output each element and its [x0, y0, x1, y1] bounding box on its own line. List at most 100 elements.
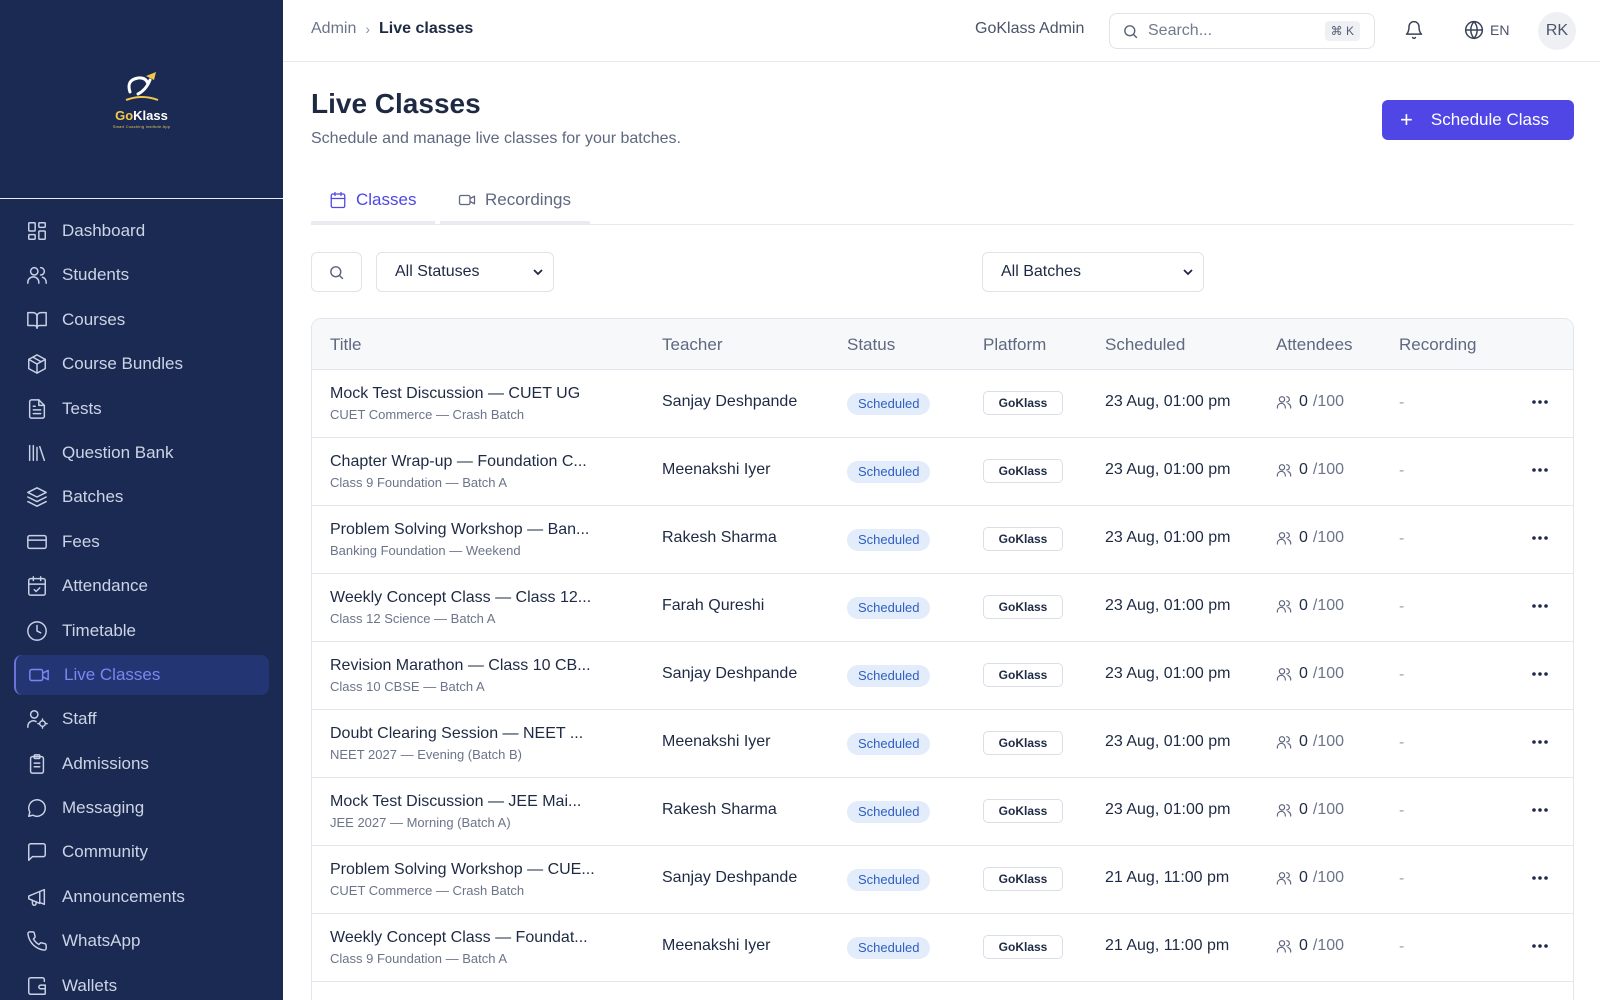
- attendees-value: 0: [1299, 529, 1308, 546]
- row-actions-button[interactable]: [1528, 934, 1552, 958]
- sidebar-item-course-bundles[interactable]: Course Bundles: [14, 344, 269, 384]
- status-badge: Scheduled: [847, 393, 931, 415]
- logo-wordmark: GoKlass: [115, 107, 168, 123]
- sidebar-item-wallets[interactable]: Wallets: [14, 966, 269, 1000]
- tab-recordings-label: Recordings: [485, 190, 571, 209]
- attendees-value: 0: [1299, 869, 1308, 886]
- recording-value: -: [1399, 666, 1405, 683]
- status-filter-value: All Statuses: [395, 263, 480, 280]
- sidebar-item-label: Courses: [62, 309, 126, 329]
- sidebar-item-timetable[interactable]: Timetable: [14, 611, 269, 651]
- scheduled-time: 23 Aug, 01:00 pm: [1105, 733, 1231, 750]
- scheduled-time: 21 Aug, 11:00 pm: [1105, 937, 1230, 954]
- attendees-count: 0/100: [1276, 529, 1344, 547]
- language-label: EN: [1490, 22, 1510, 38]
- sidebar-item-students[interactable]: Students: [14, 255, 269, 295]
- sidebar-item-tests[interactable]: Tests: [14, 389, 269, 429]
- sidebar-item-label: Question Bank: [62, 442, 174, 462]
- sidebar-item-label: WhatsApp: [62, 931, 141, 951]
- global-search-input[interactable]: Search... ⌘ K: [1109, 13, 1375, 49]
- row-actions-button[interactable]: [1528, 798, 1552, 822]
- logo-mark-icon: [125, 71, 158, 101]
- language-switcher[interactable]: EN: [1464, 20, 1509, 40]
- column-header-teacher[interactable]: Teacher: [662, 335, 722, 355]
- layers-icon: [26, 486, 48, 508]
- table-row[interactable]: Mock Test Discussion — CUET UG CUET Comme…: [312, 370, 1573, 438]
- sidebar-item-batches[interactable]: Batches: [14, 477, 269, 517]
- user-cog-icon: [26, 708, 48, 730]
- row-actions-button[interactable]: [1528, 390, 1552, 414]
- class-teacher: Farah Qureshi: [662, 597, 765, 614]
- row-actions-button[interactable]: [1528, 662, 1552, 686]
- tab-recordings[interactable]: Recordings: [458, 176, 571, 224]
- row-actions-button[interactable]: [1528, 594, 1552, 618]
- sidebar-item-admissions[interactable]: Admissions: [14, 744, 269, 784]
- class-title[interactable]: Revision Marathon — Class 10 CB...: [330, 657, 591, 675]
- sidebar-item-label: Wallets: [62, 975, 118, 995]
- table-row[interactable]: Weekly Concept Class — Class 12... Class …: [312, 574, 1573, 642]
- column-header-recording[interactable]: Recording: [1399, 335, 1477, 355]
- table-row[interactable]: Revision Marathon — Class 10 CB... Class …: [312, 642, 1573, 710]
- sidebar-item-attendance[interactable]: Attendance: [14, 566, 269, 606]
- attendees-capacity: /100: [1312, 733, 1345, 750]
- goklass-logo[interactable]: GoKlass Smart Coaching Institute App: [105, 63, 178, 135]
- attendees-capacity: /100: [1312, 529, 1345, 546]
- sidebar-item-fees[interactable]: Fees: [14, 522, 269, 562]
- schedule-class-button[interactable]: + Schedule Class: [1382, 100, 1574, 140]
- table-row[interactable]: Doubt Clearing Session — NEET ... NEET 20…: [312, 710, 1573, 778]
- attendees-value: 0: [1299, 937, 1308, 954]
- sidebar-item-label: Admissions: [62, 753, 149, 773]
- sidebar-item-community[interactable]: Community: [14, 832, 269, 872]
- search-icon: [330, 265, 344, 279]
- sidebar-item-live-classes[interactable]: Live Classes: [14, 654, 269, 695]
- column-header-title[interactable]: Title: [330, 335, 362, 355]
- schedule-class-label: Schedule Class: [1430, 110, 1549, 129]
- platform-badge: GoKlass: [983, 799, 1063, 823]
- class-title[interactable]: Mock Test Discussion — JEE Mai...: [330, 793, 581, 811]
- sidebar-item-courses[interactable]: Courses: [14, 300, 269, 340]
- column-header-scheduled[interactable]: Scheduled: [1105, 335, 1185, 355]
- table-search-button[interactable]: [311, 252, 362, 292]
- platform-badge: GoKlass: [983, 459, 1063, 483]
- row-actions-button[interactable]: [1528, 458, 1552, 482]
- sidebar-item-dashboard[interactable]: Dashboard: [14, 211, 269, 251]
- more-horizontal-icon: [1532, 604, 1548, 608]
- breadcrumb-admin[interactable]: Admin: [311, 20, 356, 38]
- sidebar-item-announcements[interactable]: Announcements: [14, 877, 269, 917]
- row-actions-button[interactable]: [1528, 866, 1552, 890]
- class-title[interactable]: Weekly Concept Class — Foundat...: [330, 929, 588, 947]
- class-title[interactable]: Problem Solving Workshop — CUE...: [330, 861, 595, 879]
- class-title[interactable]: Mock Test Discussion — CUET UG: [330, 385, 580, 403]
- table-row[interactable]: Mock Test Discussion — JEE Mai... JEE 202…: [312, 778, 1573, 846]
- clipboard-icon: [26, 753, 48, 775]
- class-title[interactable]: Weekly Concept Class — Class 12...: [330, 589, 591, 607]
- column-header-status[interactable]: Status: [847, 335, 895, 355]
- batch-filter-select[interactable]: All Batches: [982, 252, 1204, 292]
- class-teacher: Rakesh Sharma: [662, 529, 777, 546]
- notifications-button[interactable]: [1404, 20, 1426, 42]
- table-row[interactable]: Problem Solving Workshop — Ban... Banking…: [312, 506, 1573, 574]
- column-header-platform[interactable]: Platform: [983, 335, 1046, 355]
- sidebar-item-messaging[interactable]: Messaging: [14, 788, 269, 828]
- users-icon: [1276, 464, 1292, 477]
- table-row[interactable]: Weekly Concept Class — Foundat... Class 9…: [312, 914, 1573, 982]
- table-row[interactable]: Problem Solving Workshop — CUE... CUET Co…: [312, 846, 1573, 914]
- class-title[interactable]: Chapter Wrap-up — Foundation C...: [330, 453, 587, 471]
- platform-badge: GoKlass: [983, 391, 1063, 415]
- attendees-capacity: /100: [1312, 801, 1345, 818]
- tab-classes[interactable]: Classes: [329, 176, 416, 224]
- row-actions-button[interactable]: [1528, 526, 1552, 550]
- column-header-attendees[interactable]: Attendees: [1276, 335, 1353, 355]
- status-filter-select[interactable]: All Statuses: [376, 252, 554, 292]
- class-title[interactable]: Problem Solving Workshop — Ban...: [330, 521, 589, 539]
- class-title[interactable]: Doubt Clearing Session — NEET ...: [330, 725, 583, 743]
- table-row[interactable]: Chapter Wrap-up — Foundation C... Class 9…: [312, 438, 1573, 506]
- logo-tagline: Smart Coaching Institute App: [112, 123, 171, 129]
- users-icon: [1276, 940, 1292, 953]
- phone-icon: [26, 930, 48, 952]
- sidebar-item-whatsapp[interactable]: WhatsApp: [14, 921, 269, 961]
- sidebar-item-question-bank[interactable]: Question Bank: [14, 433, 269, 473]
- user-avatar[interactable]: RK: [1538, 12, 1576, 50]
- row-actions-button[interactable]: [1528, 730, 1552, 754]
- sidebar-item-staff[interactable]: Staff: [14, 699, 269, 739]
